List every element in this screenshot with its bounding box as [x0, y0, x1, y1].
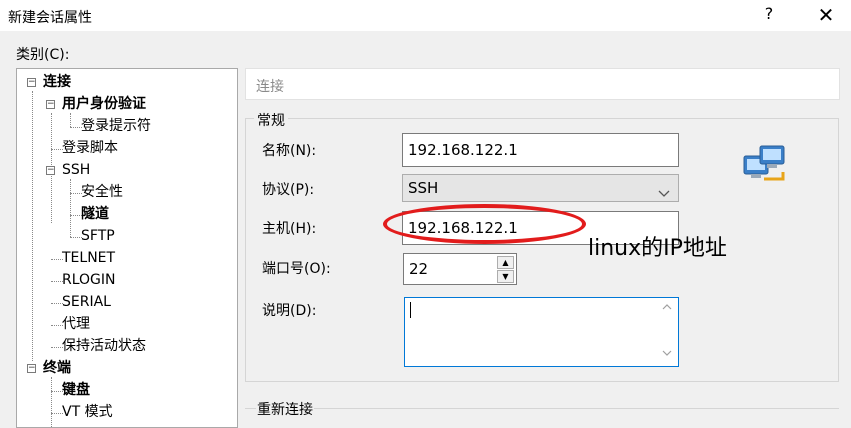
title-bar: 新建会话属性 ? ✕ [0, 0, 851, 31]
category-label: 类别(C): [16, 47, 70, 63]
tree-item-serial[interactable]: SERIAL [62, 293, 111, 311]
tree-expander-icon[interactable]: − [27, 78, 36, 87]
group-border [245, 408, 839, 409]
tree-item-ssh[interactable]: SSH [62, 161, 90, 179]
network-computers-icon [743, 144, 789, 184]
chevron-down-icon [658, 181, 670, 207]
protocol-label: 协议(P): [262, 182, 315, 198]
description-label: 说明(D): [262, 303, 317, 319]
scroll-up-icon[interactable] [662, 302, 672, 313]
annotation-oval [383, 204, 586, 244]
tree-expander-icon[interactable]: − [46, 166, 55, 175]
tree-item-security[interactable]: 安全性 [81, 183, 123, 201]
protocol-select[interactable]: SSH [402, 174, 679, 202]
port-decrement-button[interactable]: ▼ [497, 270, 514, 283]
port-label: 端口号(O): [262, 261, 331, 277]
protocol-value: SSH [408, 179, 439, 197]
description-textarea[interactable] [404, 297, 679, 367]
tree-expander-icon[interactable]: − [27, 364, 36, 373]
tree-item-tunnel[interactable]: 隧道 [81, 205, 109, 223]
tree-item-login-script[interactable]: 登录脚本 [62, 139, 118, 157]
general-group-title: 常规 [256, 110, 286, 130]
reconnect-group-title: 重新连接 [256, 399, 314, 419]
name-label: 名称(N): [262, 143, 317, 159]
close-icon[interactable]: ✕ [812, 3, 840, 27]
tree-item-terminal[interactable]: 终端 [43, 359, 71, 377]
window-title: 新建会话属性 [8, 10, 92, 26]
tree-expander-icon[interactable]: − [46, 100, 55, 109]
annotation-text: linux的IP地址 [588, 236, 727, 261]
host-label: 主机(H): [262, 221, 317, 237]
port-value: 22 [409, 260, 429, 278]
tree-item-rlogin[interactable]: RLOGIN [62, 271, 116, 289]
scroll-down-icon[interactable] [662, 348, 672, 359]
tree-item-login-prompt[interactable]: 登录提示符 [81, 117, 151, 135]
tree-item-sftp[interactable]: SFTP [81, 227, 115, 245]
tree-item-user-auth[interactable]: 用户身份验证 [62, 95, 146, 113]
category-tree[interactable]: − 连接 − 用户身份验证 登录提示符 登录脚本 − SSH 安全性 隧道 SF… [16, 68, 238, 428]
tree-item-vt-mode[interactable]: VT 模式 [62, 403, 113, 421]
tree-item-keepalive[interactable]: 保持活动状态 [62, 337, 146, 355]
tree-item-telnet[interactable]: TELNET [62, 249, 115, 267]
section-header-label: 连接 [256, 79, 284, 95]
section-header: 连接 [245, 68, 840, 100]
text-caret [410, 302, 411, 318]
help-icon[interactable]: ? [761, 4, 777, 23]
tree-item-keyboard[interactable]: 键盘 [62, 381, 90, 399]
port-increment-button[interactable]: ▲ [497, 256, 514, 269]
name-input[interactable]: 192.168.122.1 [402, 133, 679, 167]
tree-item-connection[interactable]: 连接 [43, 73, 71, 91]
tree-item-proxy[interactable]: 代理 [62, 315, 90, 333]
